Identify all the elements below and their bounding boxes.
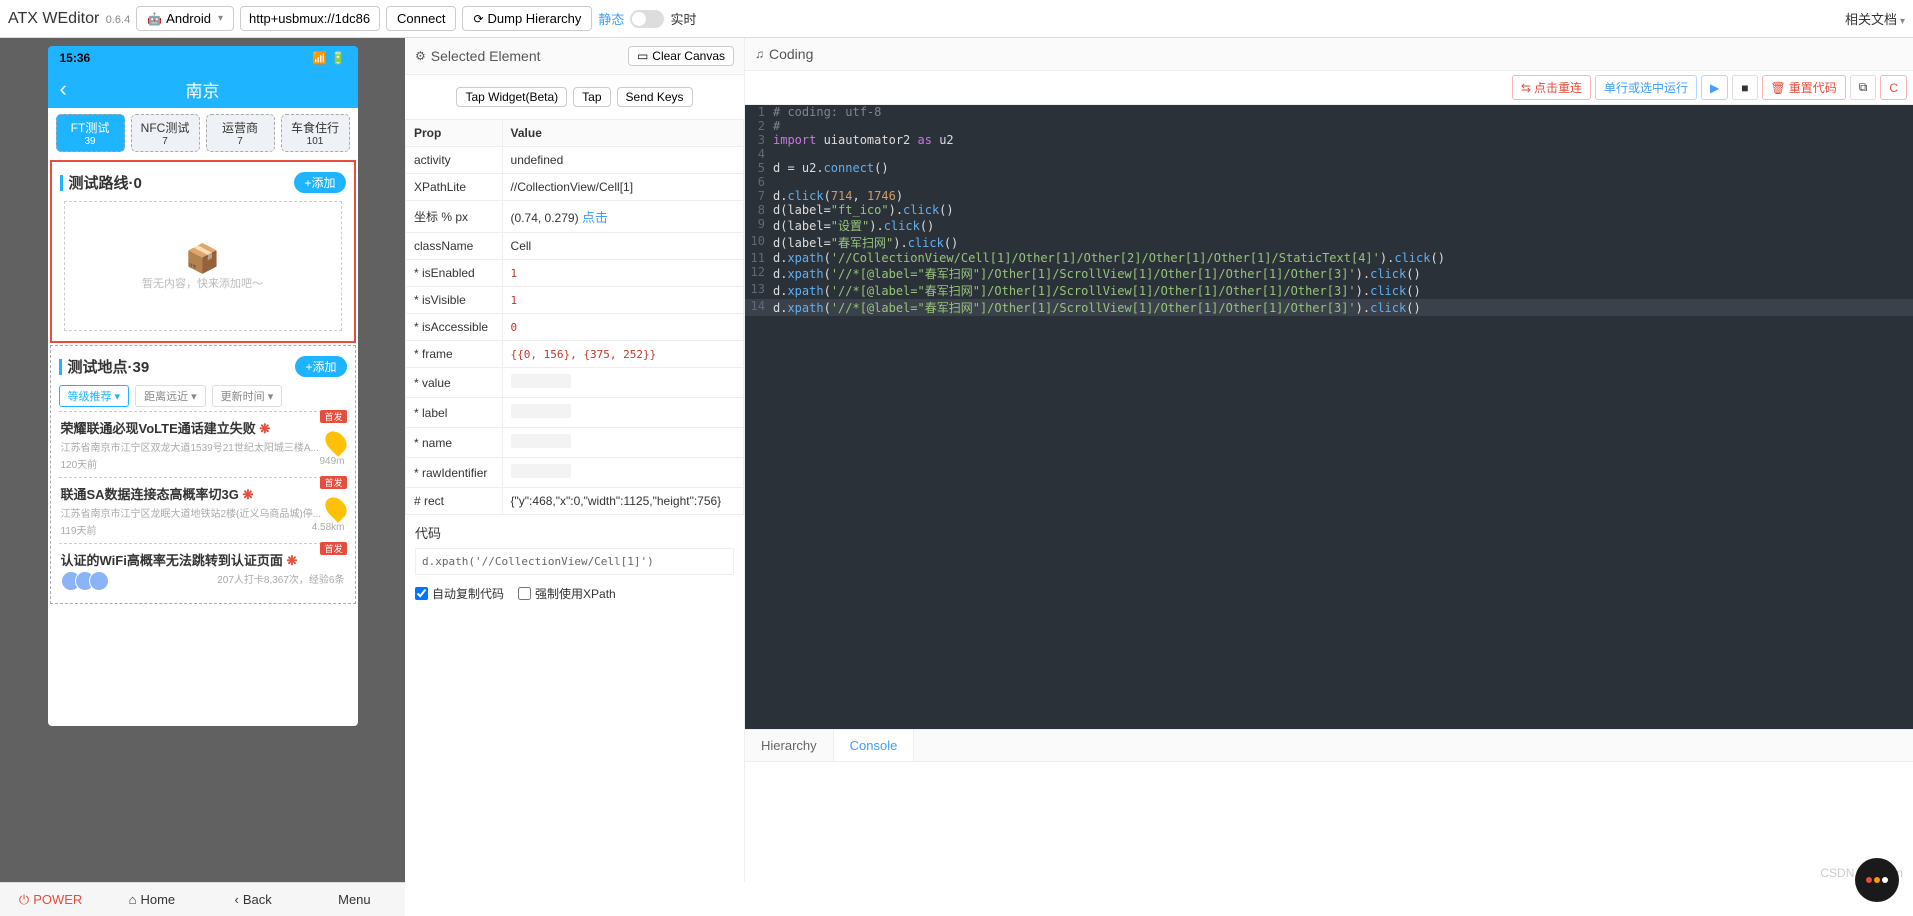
list-item[interactable]: 首发荣耀联通必现VoLTE通话建立失败 ❋江苏省南京市江宁区双龙大道1539号2… xyxy=(59,411,347,477)
panel-title: ⚙ Selected Element xyxy=(415,48,541,64)
action-button[interactable]: Tap xyxy=(573,87,610,107)
empty-state: 📦 暂无内容，快来添加吧～ xyxy=(64,201,342,331)
code-editor[interactable]: 1# coding: utf-82#3import uiautomator2 a… xyxy=(745,105,1913,729)
refresh-button[interactable]: C xyxy=(1880,75,1907,100)
code-output[interactable]: d.xpath('//CollectionView/Cell[1]') xyxy=(415,548,734,575)
category-tab[interactable]: 运营商7 xyxy=(206,114,275,152)
menu-button[interactable]: Menu xyxy=(304,883,405,916)
force-xpath-checkbox[interactable] xyxy=(518,587,531,600)
reset-code-button[interactable]: 🗑 重置代码 xyxy=(1762,75,1846,100)
action-button[interactable]: Send Keys xyxy=(617,87,693,107)
tab-console[interactable]: Console xyxy=(833,730,915,761)
section-routes[interactable]: 测试路线·0 +添加 📦 暂无内容，快来添加吧～ xyxy=(50,160,356,343)
auto-copy-label: 自动复制代码 xyxy=(432,585,504,602)
table-row: * frame{{0, 156}, {375, 252}} xyxy=(406,341,744,368)
category-tab[interactable]: FT测试39 xyxy=(56,114,125,152)
nav-bar: ‹ 南京 xyxy=(48,70,358,108)
back-icon[interactable]: ‹ xyxy=(60,76,67,102)
props-table: Prop Value activityundefinedXPathLite//C… xyxy=(405,119,744,515)
device-controls: ⏻ POWER ⌂ Home ‹ Back Menu xyxy=(0,882,405,916)
category-tab[interactable]: 车食住行101 xyxy=(281,114,350,152)
back-button[interactable]: ‹ Back xyxy=(203,883,304,916)
panel-title: ♫ Coding xyxy=(755,46,813,62)
coding-panel: ♫ Coding ⇆ 点击重连 单行或选中运行 ▶ ■ 🗑 重置代码 ⧉ C 1… xyxy=(745,38,1913,882)
table-row: * isEnabled1 xyxy=(406,260,744,287)
add-button[interactable]: +添加 xyxy=(294,172,345,193)
android-icon: 🤖 xyxy=(147,12,162,26)
table-row: activityundefined xyxy=(406,147,744,174)
phone-screen[interactable]: 15:36 📶 🔋 ‹ 南京 FT测试39NFC测试7运营商7车食住行101 测… xyxy=(48,46,358,726)
table-row: XPathLite//CollectionView/Cell[1] xyxy=(406,174,744,201)
topbar: ATX WEditor 0.6.4 🤖 Android Connect ⟳ Du… xyxy=(0,0,1913,38)
platform-select[interactable]: 🤖 Android xyxy=(136,6,234,31)
refresh-icon: ⟳ xyxy=(473,12,483,26)
tab-hierarchy[interactable]: Hierarchy xyxy=(745,730,833,761)
category-tabs: FT测试39NFC测试7运营商7车食住行101 xyxy=(48,108,358,158)
table-row: * name xyxy=(406,428,744,458)
mode-toggle[interactable] xyxy=(630,10,664,28)
page-title: 南京 xyxy=(186,77,220,102)
table-row: * isAccessible0 xyxy=(406,314,744,341)
console-output xyxy=(745,762,1913,882)
section-points: 测试地点·39 +添加 等级推荐 ▾距离远近 ▾ 更新时间 ▾ 首发荣耀联通必现V… xyxy=(50,345,356,604)
filter-chip[interactable]: 更新时间 ▾ xyxy=(212,385,283,407)
section-title: 测试地点·39 xyxy=(59,356,150,377)
run-selection-button[interactable]: 单行或选中运行 xyxy=(1595,75,1697,100)
add-button[interactable]: +添加 xyxy=(295,356,346,377)
col-prop: Prop xyxy=(406,120,503,147)
col-value: Value xyxy=(502,120,743,147)
table-row: # rect{"y":468,"x":0,"width":1125,"heigh… xyxy=(406,488,744,515)
connect-button[interactable]: Connect xyxy=(386,6,456,31)
filter-chip[interactable]: 距离远近 ▾ xyxy=(135,385,206,407)
clock: 15:36 xyxy=(60,51,91,65)
table-row: * value xyxy=(406,368,744,398)
table-row: * label xyxy=(406,398,744,428)
power-button[interactable]: ⏻ POWER xyxy=(0,883,101,916)
dump-hierarchy-button[interactable]: ⟳ Dump Hierarchy xyxy=(462,6,592,31)
output-tabs: Hierarchy Console xyxy=(745,729,1913,762)
gear-icon: ⚙ xyxy=(415,49,426,63)
copy-button[interactable]: ⧉ xyxy=(1850,75,1877,100)
static-label: 静态 xyxy=(598,9,624,28)
table-row: 坐标 % px(0.74, 0.279) 点击 xyxy=(406,201,744,233)
auto-copy-checkbox[interactable] xyxy=(415,587,428,600)
filter-chip[interactable]: 等级推荐 ▾ xyxy=(59,385,130,407)
category-tab[interactable]: NFC测试7 xyxy=(131,114,200,152)
fab-button[interactable] xyxy=(1855,858,1899,902)
section-title: 测试路线·0 xyxy=(60,172,142,193)
device-panel: 15:36 📶 🔋 ‹ 南京 FT测试39NFC测试7运营商7车食住行101 测… xyxy=(0,38,405,882)
run-button[interactable]: ▶ xyxy=(1701,75,1728,100)
code-label: 代码 xyxy=(405,515,744,544)
list-item[interactable]: 首发认证的WiFi高概率无法跳转到认证页面 ❋207人打卡8,367次，经验6条 xyxy=(59,543,347,597)
trash-icon: ▭ xyxy=(637,49,648,63)
reconnect-button[interactable]: ⇆ 点击重连 xyxy=(1512,75,1591,100)
list-item[interactable]: 首发联通SA数据连接态高概率切3G ❋江苏省南京市江宁区龙眠大道地铁站2楼(近义… xyxy=(59,477,347,543)
brand: ATX WEditor 0.6.4 xyxy=(8,10,130,28)
force-xpath-label: 强制使用XPath xyxy=(535,585,616,602)
status-icons: 📶 🔋 xyxy=(312,51,345,65)
realtime-label: 实时 xyxy=(670,9,696,28)
home-button[interactable]: ⌂ Home xyxy=(101,883,202,916)
status-bar: 15:36 📶 🔋 xyxy=(48,46,358,70)
table-row: classNameCell xyxy=(406,233,744,260)
action-button[interactable]: Tap Widget(Beta) xyxy=(456,87,567,107)
selected-element-panel: ⚙ Selected Element ▭ Clear Canvas Tap Wi… xyxy=(405,38,745,882)
docs-link[interactable]: 相关文档 xyxy=(1845,9,1905,28)
table-row: * rawIdentifier xyxy=(406,458,744,488)
clear-canvas-button[interactable]: ▭ Clear Canvas xyxy=(628,46,734,66)
music-icon: ♫ xyxy=(755,47,764,61)
table-row: * isVisible1 xyxy=(406,287,744,314)
empty-icon: 📦 xyxy=(185,242,220,275)
stop-button[interactable]: ■ xyxy=(1732,75,1757,100)
address-input[interactable] xyxy=(240,6,380,31)
